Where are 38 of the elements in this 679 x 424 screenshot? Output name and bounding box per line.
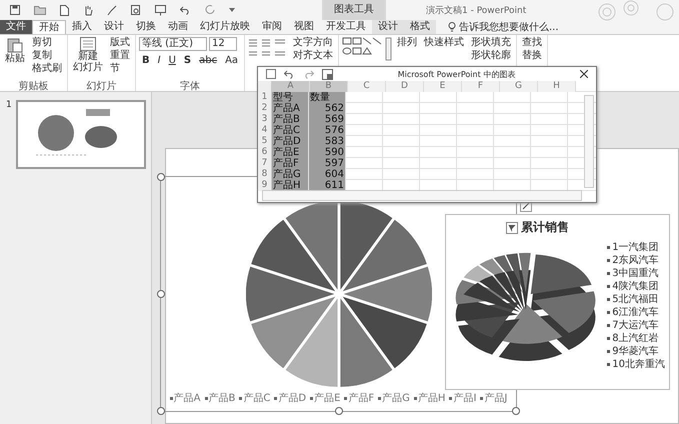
table-cell: 576: [309, 125, 346, 136]
legend-item: 产品D: [274, 391, 306, 405]
group-label: 剪贴板: [18, 80, 50, 91]
window-title: 演示文稿1 - PowerPoint: [426, 4, 526, 16]
legend-item: 9华菱汽车: [607, 346, 665, 358]
slide-number: 1: [6, 100, 12, 110]
legend-item: 产品E: [310, 391, 340, 405]
legend-item: 6江淮汽车: [607, 306, 665, 318]
table-cell: 569: [309, 114, 346, 125]
legend-item: 产品B: [204, 391, 236, 405]
legend-item: 产品I: [449, 391, 476, 405]
legend-item: 3中国重汽: [607, 268, 665, 280]
legend-item: 产品H: [414, 391, 446, 405]
legend-item: 8上汽红岩: [607, 332, 665, 344]
table-cell: 611: [309, 180, 346, 191]
table-cell: 562: [309, 103, 346, 114]
group-label: 字体: [179, 80, 202, 91]
context-tab-header: 图表工具: [322, 0, 386, 20]
table-cell: 597: [309, 158, 346, 169]
group-label: 幻灯片: [86, 80, 118, 91]
legend-item: 产品A: [170, 391, 200, 405]
window-title: Microsoft PowerPoint 中的图表: [396, 68, 516, 80]
legend-item: 产品G: [378, 391, 410, 405]
table-cell: 583: [309, 136, 346, 147]
legend-item: 5北汽福田: [607, 294, 665, 306]
legend-item: 产品J: [480, 391, 508, 405]
legend-item: 产品F: [344, 391, 374, 405]
legend-item: 4陕汽集团: [607, 280, 665, 292]
legend-item: 2东风汽车: [607, 254, 665, 266]
legend-item: 1一汽集团: [607, 242, 665, 254]
legend-item: 产品C: [239, 391, 270, 405]
table-cell: 590: [309, 147, 346, 158]
table-cell: 数量: [309, 92, 346, 103]
legend-item: 10北奔重汽: [607, 358, 665, 370]
legend-item: 7大运汽车: [607, 320, 665, 332]
table-cell: 型号: [272, 92, 309, 103]
chart-title: 累计销售: [521, 219, 569, 236]
table-cell: 604: [309, 169, 346, 180]
